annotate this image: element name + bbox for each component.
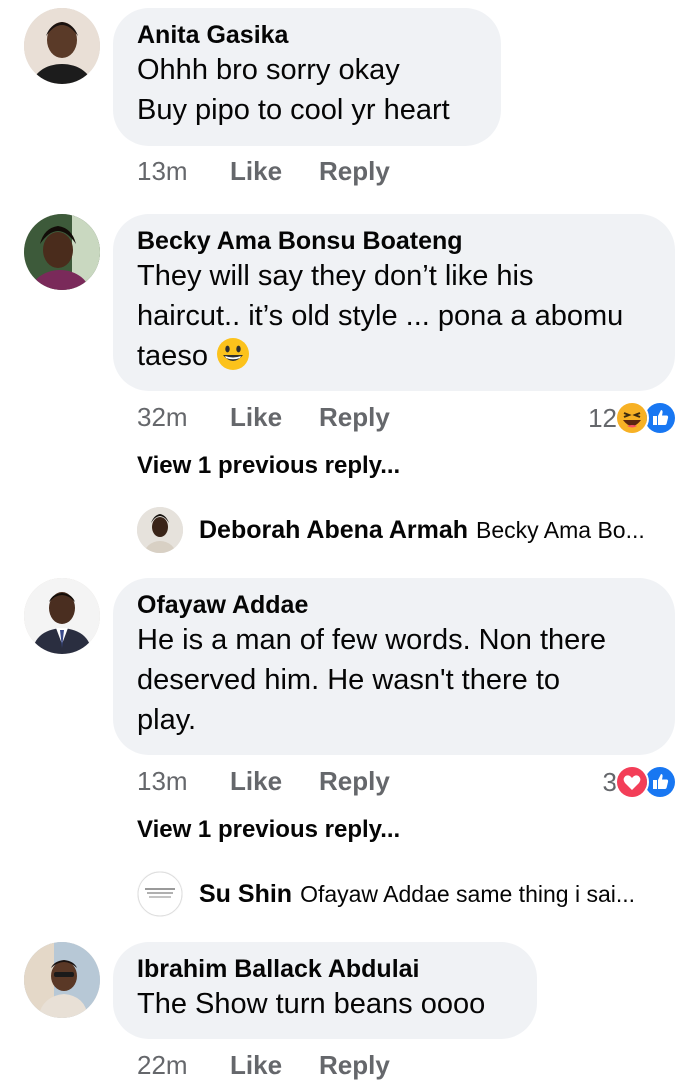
comment-text-fragment: taeso (137, 340, 208, 372)
comment-bubble[interactable]: Ofayaw Addae He is a man of few words. N… (113, 578, 675, 755)
comment-text-line: Buy pipo to cool yr heart (137, 94, 450, 126)
comment-text-line: The Show turn beans oooo (137, 988, 486, 1020)
comment-text-line: play. (137, 704, 197, 736)
grinning-face-emoji-icon (216, 337, 250, 371)
reply-author[interactable]: Deborah Abena Armah (199, 516, 468, 545)
comment-text-line: deserved him. He wasn't there to (137, 664, 561, 696)
like-button[interactable]: Like (230, 402, 282, 433)
reply-author[interactable]: Su Shin (199, 880, 292, 909)
avatar-su-shin[interactable] (137, 871, 183, 917)
reply-button[interactable]: Reply (319, 766, 390, 797)
comment-text-line: He is a man of few words. Non there (137, 624, 607, 656)
haha-reaction-icon (615, 401, 649, 435)
comment-bubble[interactable]: Anita Gasika Ohhh bro sorry okay Buy pip… (113, 8, 501, 146)
comment-author[interactable]: Ofayaw Addae (137, 590, 651, 620)
comment-text-line: haircut.. it’s old style ... pona a abom… (137, 300, 624, 332)
comment-text-line: taeso (137, 336, 651, 376)
reaction-count: 12 (588, 402, 617, 433)
reply-button[interactable]: Reply (319, 1050, 390, 1080)
comment-author[interactable]: Becky Ama Bonsu Boateng (137, 226, 651, 256)
comment-author[interactable]: Anita Gasika (137, 20, 477, 50)
comment-thread: Anita Gasika Ohhh bro sorry okay Buy pip… (0, 0, 699, 1080)
reply-snippet: Ofayaw Addae same thing i sai... (300, 880, 636, 907)
comment-author[interactable]: Ibrahim Ballack Abdulai (137, 954, 513, 984)
comment-bubble[interactable]: Ibrahim Ballack Abdulai The Show turn be… (113, 942, 537, 1039)
reaction-summary[interactable]: 3 (603, 765, 677, 799)
comment-text-line: Ohhh bro sorry okay (137, 54, 400, 86)
like-button[interactable]: Like (230, 156, 282, 187)
comment-time: 32m (137, 402, 188, 432)
view-previous-replies-link[interactable]: View 1 previous reply... (137, 452, 400, 480)
reaction-summary[interactable]: 12 (588, 401, 677, 435)
love-reaction-icon (615, 765, 649, 799)
avatar-becky-ama-bonsu-boateng[interactable] (24, 214, 100, 290)
reply-preview[interactable]: Deborah Abena Armah Becky Ama Bo... (137, 507, 645, 553)
avatar-ibrahim-ballack-abdulai[interactable] (24, 942, 100, 1018)
avatar-ofayaw-addae[interactable] (24, 578, 100, 654)
like-button[interactable]: Like (230, 766, 282, 797)
comment-time: 22m (137, 1050, 188, 1080)
reply-button[interactable]: Reply (319, 402, 390, 433)
comment-time: 13m (137, 156, 188, 186)
avatar-anita-gasika[interactable] (24, 8, 100, 84)
comment-time: 13m (137, 766, 188, 796)
reply-button[interactable]: Reply (319, 156, 390, 187)
comment-text-line: They will say they don’t like his (137, 260, 534, 292)
like-button[interactable]: Like (230, 1050, 282, 1080)
comment-bubble[interactable]: Becky Ama Bonsu Boateng They will say th… (113, 214, 675, 391)
reply-snippet: Becky Ama Bo... (476, 516, 645, 543)
avatar-deborah-abena-armah[interactable] (137, 507, 183, 553)
view-previous-replies-link[interactable]: View 1 previous reply... (137, 816, 400, 844)
reply-preview[interactable]: Su Shin Ofayaw Addae same thing i sai... (137, 871, 635, 917)
